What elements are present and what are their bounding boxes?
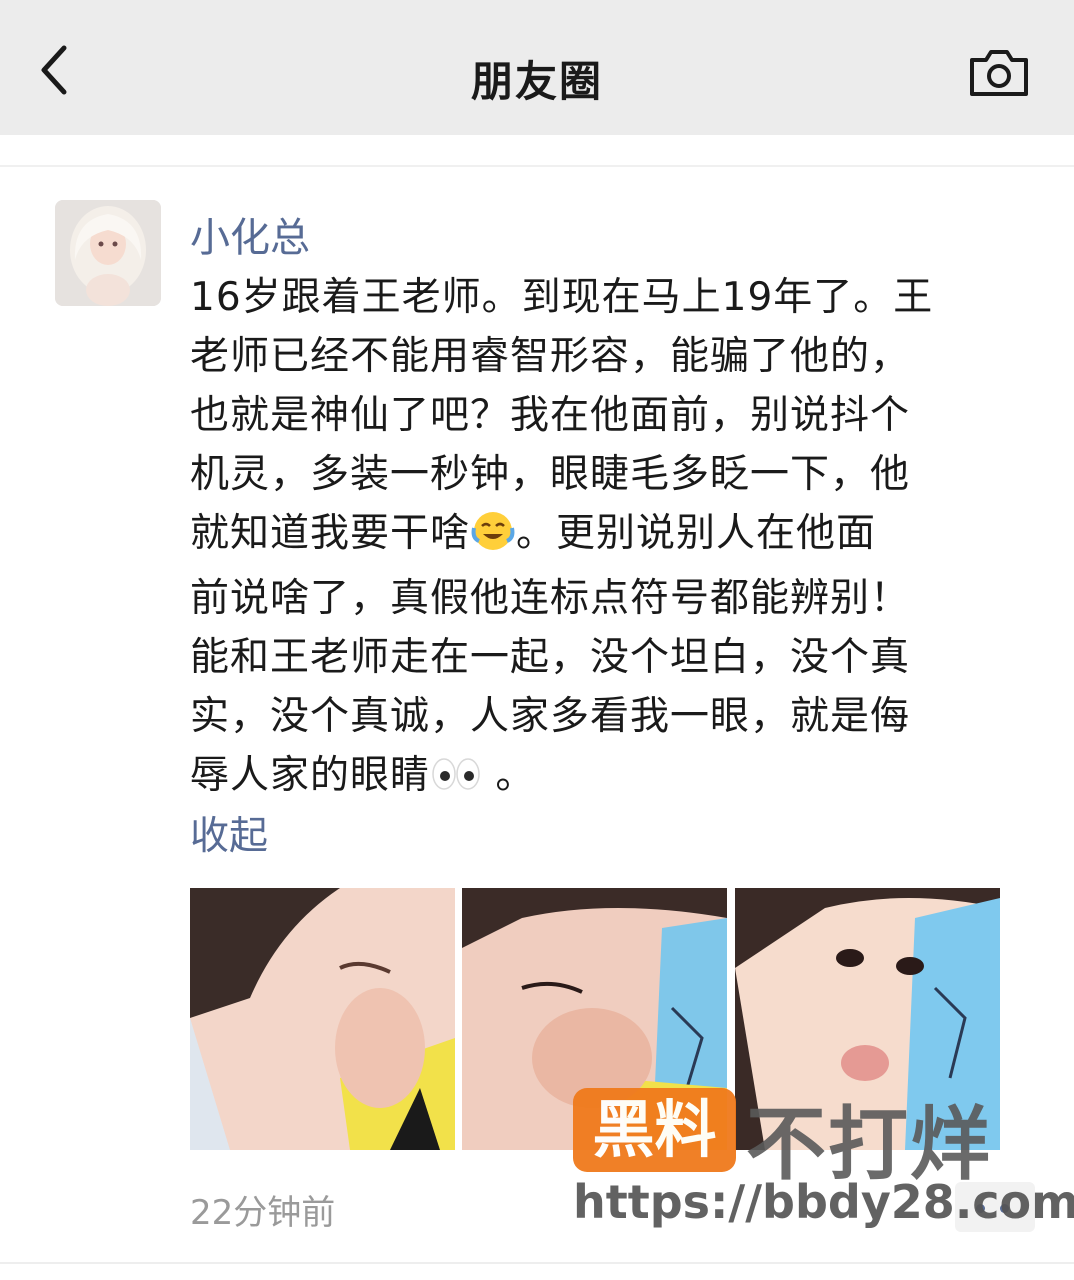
author-name[interactable]: 小化总 [190, 205, 310, 263]
post-line: 就知道我要干啥 [190, 511, 471, 556]
eyes-emoji-icon [430, 752, 482, 811]
post-line: 实，没个真诚，人家多看我一眼，就是侮 [190, 694, 911, 739]
post-line: 也就是神仙了吧？我在他面前，别说抖个 [190, 393, 911, 438]
post-line: 辱人家的眼睛 [190, 753, 431, 798]
collapse-link[interactable]: 收起 [190, 805, 268, 861]
post-line-with-emoji: 辱人家的眼睛 。 [190, 746, 1030, 811]
top-bar: 朋友圈 [0, 0, 1074, 135]
post-line: 前说啥了，真假他连标点符号都能辨别！ [190, 576, 911, 621]
post-time: 22分钟前 [190, 1193, 336, 1233]
watermark-badge: 黑料 [573, 1088, 736, 1172]
divider [0, 165, 1074, 167]
post-line: 。更别说别人在他面 [516, 511, 877, 556]
post-line: 老师已经不能用睿智形容，能骗了他的， [190, 334, 911, 379]
avatar[interactable] [55, 200, 161, 306]
post-line: 能和王老师走在一起，没个坦白，没个真 [190, 635, 911, 680]
watermark-url: https://bbdy28.com [573, 1175, 1074, 1229]
crying-laughing-emoji-icon [470, 508, 516, 569]
post-line: 机灵，多装一秒钟，眼睫毛多眨一下，他 [190, 452, 911, 497]
post-text: 16岁跟着王老师。到现在马上19年了。王 老师已经不能用睿智形容，能骗了他的， … [190, 268, 1030, 811]
photo-1[interactable] [190, 888, 455, 1150]
camera-icon[interactable] [968, 48, 1030, 98]
post-line: 。 [482, 753, 536, 798]
post-line: 16岁跟着王老师。到现在马上19年了。王 [190, 275, 934, 320]
divider [0, 1262, 1074, 1264]
post-line-with-emoji: 就知道我要干啥 。更别说别人在他面 [190, 504, 1030, 569]
page-title: 朋友圈 [470, 57, 603, 106]
